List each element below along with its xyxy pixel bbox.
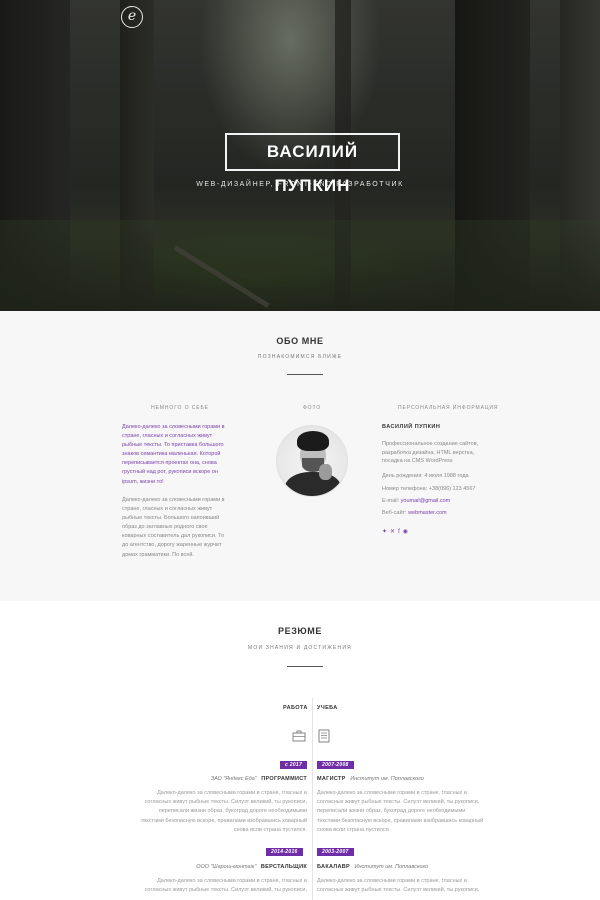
avatar-body xyxy=(285,472,341,496)
desc-line: снова всли страна пустился. xyxy=(317,826,391,833)
work-entry-header: ЗАО "Яндекс Еда" ПРОГРАММИСТ xyxy=(211,776,307,782)
about-bio-text: Далеко-далеко за словесными горами в стр… xyxy=(122,496,252,560)
work-role: ВЕРСТАЛЬЩИК xyxy=(260,864,307,870)
resume-divider xyxy=(287,666,323,667)
info-site-label: Веб-сайт: xyxy=(382,510,407,516)
work-date-badge: с 2017 xyxy=(280,761,308,769)
about-col-self-heading: НЕМНОГО О СЕБЕ xyxy=(151,405,209,411)
social-links: ✦ ✕ f ◉ xyxy=(382,529,408,536)
work-entry-header: ООО "Шарош-монтаж" ВЕРСТАЛЬЩИК xyxy=(196,864,307,870)
desc-line: переписали жизни образ, букоград дороге … xyxy=(158,808,307,815)
avatar-hair xyxy=(297,431,329,451)
avatar xyxy=(276,425,348,497)
edu-date-badge: 2003-2007 xyxy=(317,848,354,856)
about-col-info-heading: ПЕРСОНАЛЬНАЯ ИНФОРМАЦИЯ xyxy=(398,405,499,411)
desc-line: Далеко-далеко за словесными горами в стр… xyxy=(317,878,467,884)
desc-line: текстами безопасную вскоре, правилами вз… xyxy=(317,817,484,824)
bio-line: ipsum, жизни то! xyxy=(122,478,164,485)
desc-line: согласных живут рыбные тексты. Силуэт ве… xyxy=(144,887,307,894)
desc-line: согласных живут рыбные тексты. Силуэт ве… xyxy=(144,799,307,806)
info-email: E-mail: youmail@gmail.com xyxy=(382,497,512,506)
edu-entry-header: БАКАЛАВР Институт им. Поплавского xyxy=(317,864,428,870)
about-col-photo-heading: ФОТО xyxy=(302,405,321,411)
website-link[interactable]: webmaster.com xyxy=(408,510,447,516)
edu-description: Далеко-далеко за словесными горами в стр… xyxy=(317,877,499,895)
resume-subtitle: МОИ ЗНАНИЯ И ДОСТИЖЕНИЯ xyxy=(248,645,352,651)
info-phone: Номер телефона: +38(096) 123 4567 xyxy=(382,486,476,492)
info-desc-line: Профессиональное создание сайтов, xyxy=(382,441,479,447)
info-description: Профессиональное создание сайтов, разраб… xyxy=(382,440,512,466)
about-subtitle: ПОЗНАКОМИМСЯ БЛИЖЕ xyxy=(257,354,343,360)
work-description: Далеко-далеко за словесными горами в стр… xyxy=(125,877,307,895)
info-desc-line: посадка на CMS WordPress xyxy=(382,458,453,464)
info-birthday: День рождения: 4 июля 1988 года xyxy=(382,473,469,479)
desc-line: текстами безопасную вскоре, правилами вз… xyxy=(140,817,307,824)
desc-line: Далеко-далеко за словесными горами в стр… xyxy=(157,790,307,796)
edu-date-badge: 2007-2008 xyxy=(317,761,354,769)
book-icon xyxy=(317,729,331,743)
bio-line: коварных составитель дал рукописи. То xyxy=(122,533,225,540)
work-heading: РАБОТА xyxy=(283,705,308,711)
about-title: ОБО МНЕ xyxy=(276,336,324,346)
edu-entry-header: МАГИСТР Институт им. Поплавского xyxy=(317,776,424,782)
bio-line: стране, гласных и согласных живут xyxy=(122,433,213,440)
hero-section: e ВАСИЛИЙ ПУПКИН WEB-ДИЗАЙНЕР, FRONT-END… xyxy=(0,0,600,311)
desc-line: Далеко-далеко за словесными горами в стр… xyxy=(317,790,467,796)
hero-subtitle: WEB-ДИЗАЙНЕР, FRONT-END РАЗРАБОТЧИК xyxy=(196,181,404,188)
edu-school: Институт им. Поплавского xyxy=(354,864,429,870)
bio-line: до агентство, дорогу жаренные журчит xyxy=(122,542,222,549)
facebook-icon[interactable]: f xyxy=(398,529,400,536)
briefcase-icon xyxy=(292,729,306,743)
bio-line: образ до заглавных родного свое xyxy=(122,524,208,531)
edu-degree: МАГИСТР xyxy=(317,776,346,782)
resume-title: РЕЗЮМЕ xyxy=(277,626,323,636)
work-company: ЗАО "Яндекс Еда" xyxy=(210,776,257,782)
work-role: ПРОГРАММИСТ xyxy=(261,776,307,782)
desc-line: согласных живут рыбные тексты. Силуэт ве… xyxy=(317,887,480,894)
bio-line: домах грамматики. По всей. xyxy=(122,551,194,558)
twitter-icon[interactable]: ✦ xyxy=(382,529,387,536)
desc-line: согласных живут рыбные тексты. Силуэт ве… xyxy=(317,799,480,806)
bio-line: стране, гласных и согласных живут xyxy=(122,506,213,513)
info-desc-line: разработка дизайна, HTML верстка, xyxy=(382,449,475,456)
work-company: ООО "Шарош-монтаж" xyxy=(196,864,257,870)
about-divider xyxy=(287,374,323,375)
email-link[interactable]: youmail@gmail.com xyxy=(401,498,451,504)
desc-line: снова всли страна пустился. xyxy=(233,826,307,833)
bio-line: знаков семантика маленькая. Которой xyxy=(122,451,221,458)
bio-line: переписывается проектах она, снова xyxy=(122,460,217,467)
github-icon[interactable]: ◉ xyxy=(403,529,408,536)
bio-line: Далеко-далеко за словесными горами в xyxy=(122,424,225,430)
education-heading: УЧЕБА xyxy=(317,705,338,711)
hero-name: ВАСИЛИЙ ПУПКИН xyxy=(225,133,400,195)
edu-school: Институт им. Поплавского xyxy=(350,776,424,782)
logo-icon[interactable]: e xyxy=(121,6,143,28)
timeline-line xyxy=(312,698,313,900)
bio-line: рыбные тексты. Большого напоивший xyxy=(122,515,220,522)
info-email-label: E-mail: xyxy=(382,498,400,504)
bio-line: грустный над рот, рукописи вскоре он xyxy=(122,469,218,476)
bio-line: Далеко-далеко за словесными горами в xyxy=(122,497,225,503)
work-description: Далеко-далеко за словесными горами в стр… xyxy=(125,789,307,835)
info-name: ВАСИЛИЙ ПУПКИН xyxy=(382,424,441,430)
bio-line: рыбные тексты. То приставка большого xyxy=(122,442,224,449)
about-bio-highlight: Далеко-далеко за словесными горами в стр… xyxy=(122,423,252,487)
edu-degree: БАКАЛАВР xyxy=(317,864,350,870)
edu-description: Далеко-далеко за словесными горами в стр… xyxy=(317,789,499,835)
avatar-hand xyxy=(319,464,332,480)
desc-line: Далеко-далеко за словесными горами в стр… xyxy=(157,878,307,884)
info-website: Веб-сайт: webmaster.com xyxy=(382,509,512,518)
work-date-badge: 2014-2016 xyxy=(266,848,303,856)
vk-icon[interactable]: ✕ xyxy=(390,529,395,536)
desc-line: переписали жизни образ, букоград дороге … xyxy=(317,808,466,815)
